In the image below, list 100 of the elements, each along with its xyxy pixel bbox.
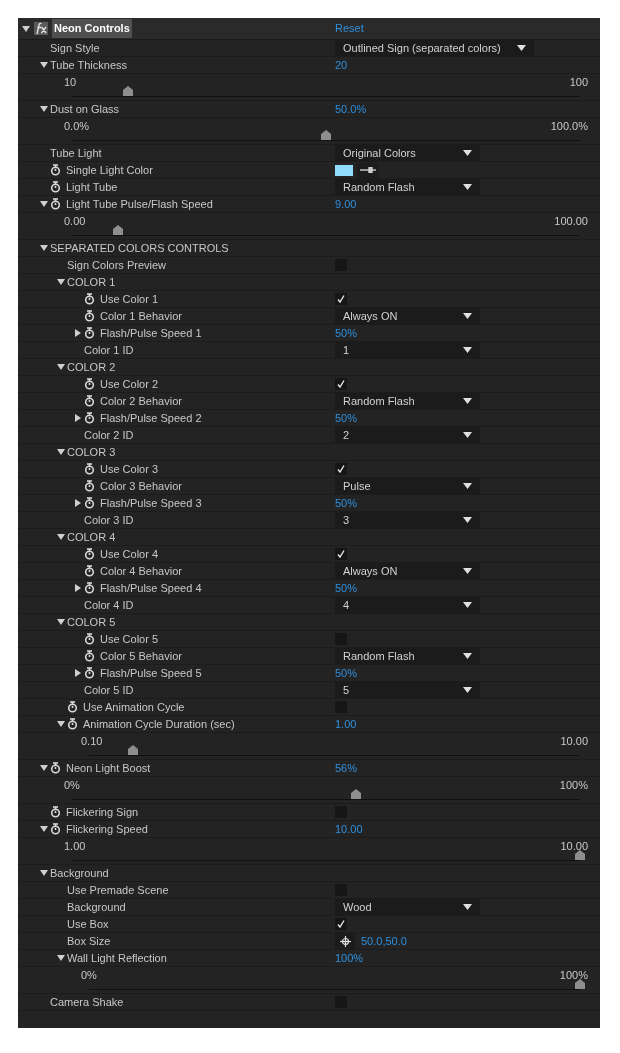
dropdown[interactable]: Always ON [335, 563, 480, 579]
value-field[interactable]: 50% [335, 409, 358, 427]
crosshair-button[interactable] [335, 933, 355, 949]
value-field[interactable]: 10.00 [335, 820, 363, 838]
parameter-label: COLOR 1 [67, 274, 116, 290]
dropdown[interactable]: Always ON [335, 308, 480, 324]
checkbox[interactable] [335, 463, 347, 475]
value-field[interactable]: 50% [335, 664, 358, 682]
value-field[interactable]: 50.0,50.0 [361, 932, 407, 950]
twirl-down-icon[interactable] [57, 363, 65, 371]
stopwatch-icon[interactable] [84, 293, 95, 305]
eyedropper-button[interactable] [357, 162, 379, 178]
reset-link[interactable]: Reset [335, 20, 364, 37]
slider-min-label: 10 [64, 74, 77, 90]
twirl-right-icon[interactable] [74, 414, 82, 422]
stopwatch-icon[interactable] [50, 823, 61, 835]
dropdown[interactable]: Random Flash [335, 393, 480, 409]
dropdown[interactable]: Outlined Sign (separated colors) [335, 40, 534, 56]
twirl-down-icon[interactable] [40, 61, 48, 69]
stopwatch-icon[interactable] [84, 667, 95, 679]
color-swatch[interactable] [335, 164, 353, 176]
checkbox[interactable] [335, 378, 347, 390]
twirl-right-icon[interactable] [74, 584, 82, 592]
stopwatch-icon[interactable] [50, 762, 61, 774]
twirl-down-icon[interactable] [57, 278, 65, 286]
stopwatch-icon[interactable] [67, 701, 78, 713]
caret-icon [463, 483, 472, 489]
twirl-right-icon[interactable] [74, 669, 82, 677]
value-field[interactable]: 1.00 [335, 715, 357, 733]
stopwatch-icon[interactable] [50, 164, 61, 176]
parameter-label: Use Box [67, 916, 109, 932]
slider-min-label: 0.10 [81, 733, 103, 749]
parameter-label: Use Color 2 [100, 376, 159, 392]
stopwatch-icon[interactable] [84, 463, 95, 475]
twirl-down-icon[interactable] [57, 618, 65, 626]
caret-icon [463, 653, 472, 659]
stopwatch-icon[interactable] [84, 395, 95, 407]
parameter-label: Color 1 ID [84, 342, 134, 358]
dropdown[interactable]: Wood [335, 899, 480, 915]
parameter-label: Tube Thickness [50, 57, 128, 73]
stopwatch-icon[interactable] [84, 378, 95, 390]
dropdown[interactable]: 5 [335, 682, 480, 698]
value-field[interactable]: 20 [335, 56, 348, 74]
value-field[interactable]: 100% [335, 949, 364, 967]
value-field[interactable]: 50% [335, 579, 358, 597]
checkbox[interactable] [335, 918, 347, 930]
value-field[interactable]: 50.0% [335, 100, 367, 118]
twirl-right-icon[interactable] [74, 499, 82, 507]
stopwatch-icon[interactable] [50, 181, 61, 193]
parameter-label: Color 2 Behavior [100, 393, 182, 409]
dropdown[interactable]: 2 [335, 427, 480, 443]
slider-thumb[interactable] [575, 979, 585, 989]
dropdown[interactable]: Pulse [335, 478, 480, 494]
parameter-label: Color 4 Behavior [100, 563, 182, 579]
twirl-down-icon[interactable] [57, 954, 65, 962]
twirl-down-icon[interactable] [22, 24, 30, 33]
twirl-down-icon[interactable] [40, 200, 48, 208]
twirl-down-icon[interactable] [57, 533, 65, 541]
stopwatch-icon[interactable] [84, 412, 95, 424]
twirl-down-icon[interactable] [40, 825, 48, 833]
dropdown[interactable]: Random Flash [335, 648, 480, 664]
twirl-down-icon[interactable] [40, 244, 48, 252]
parameter-label: Flash/Pulse Speed 1 [100, 325, 202, 341]
twirl-down-icon[interactable] [40, 869, 48, 877]
stopwatch-icon[interactable] [84, 582, 95, 594]
parameter-label: Use Color 4 [100, 546, 159, 562]
dropdown[interactable]: 3 [335, 512, 480, 528]
stopwatch-icon[interactable] [84, 310, 95, 322]
parameter-label: Color 5 Behavior [100, 648, 182, 664]
twirl-down-icon[interactable] [40, 105, 48, 113]
stopwatch-icon[interactable] [67, 718, 78, 730]
value-field[interactable]: 50% [335, 324, 358, 342]
checkbox[interactable] [335, 548, 347, 560]
dropdown[interactable]: 4 [335, 597, 480, 613]
stopwatch-icon[interactable] [84, 327, 95, 339]
check-icon [337, 380, 345, 388]
stopwatch-icon[interactable] [84, 650, 95, 662]
twirl-down-icon[interactable] [57, 720, 65, 728]
stopwatch-icon[interactable] [84, 565, 95, 577]
stopwatch-icon[interactable] [50, 806, 61, 818]
slider-thumb[interactable] [575, 850, 585, 860]
value-field[interactable]: 56% [335, 759, 358, 777]
slider-min-label: 1.00 [64, 838, 86, 854]
value-field[interactable]: 50% [335, 494, 358, 512]
stopwatch-icon[interactable] [84, 633, 95, 645]
dropdown[interactable]: Original Colors [335, 145, 480, 161]
twirl-down-icon[interactable] [57, 448, 65, 456]
checkbox[interactable] [335, 293, 347, 305]
twirl-right-icon[interactable] [74, 329, 82, 337]
parameter-label: Background [50, 865, 109, 881]
twirl-down-icon[interactable] [40, 764, 48, 772]
stopwatch-icon[interactable] [50, 198, 61, 210]
parameter-label: SEPARATED COLORS CONTROLS [50, 240, 229, 256]
caret-icon [463, 687, 472, 693]
stopwatch-icon[interactable] [84, 480, 95, 492]
value-field[interactable]: 9.00 [335, 195, 357, 213]
stopwatch-icon[interactable] [84, 497, 95, 509]
dropdown[interactable]: Random Flash [335, 179, 480, 195]
dropdown[interactable]: 1 [335, 342, 480, 358]
stopwatch-icon[interactable] [84, 548, 95, 560]
